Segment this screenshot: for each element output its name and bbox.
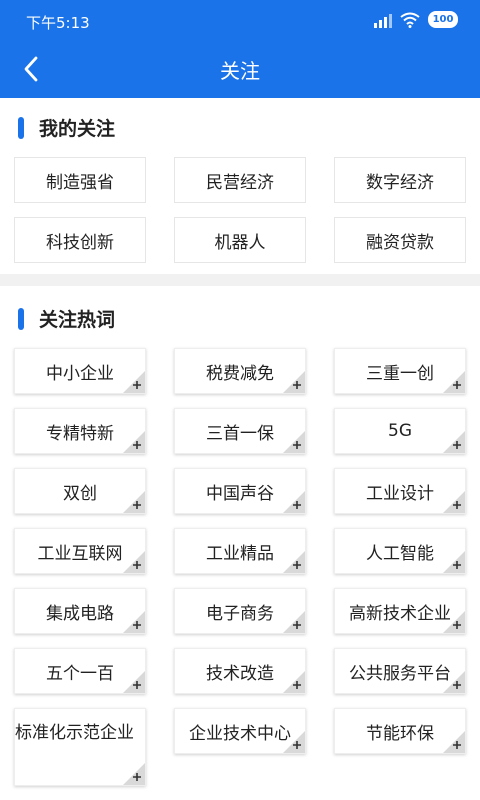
hot-word-tag[interactable]: 人工智能 [334,528,466,574]
add-plus-icon[interactable] [123,763,145,785]
nav-bar: 关注 [0,40,480,98]
tag-label: 电子商务 [206,603,274,624]
tag-label: 机器人 [214,232,266,253]
section-title: 关注热词 [39,309,116,331]
hot-word-tag[interactable]: 企业技术中心 [174,708,306,754]
tag-label: 科技创新 [46,232,114,253]
hot-word-tag[interactable]: 税费减免 [174,348,306,394]
hot-word-tag[interactable]: 中小企业 [14,348,146,394]
tag-label: 公共服务平台 [349,663,451,684]
add-plus-icon[interactable] [123,371,145,393]
wifi-icon [400,12,420,28]
tag-label: 5G [388,421,412,441]
tag-label: 五个一百 [46,663,114,684]
add-plus-icon[interactable] [283,371,305,393]
add-plus-icon[interactable] [443,731,465,753]
tag-label: 双创 [63,483,97,504]
followed-tag[interactable]: 融资贷款 [334,217,466,263]
tag-label: 工业互联网 [37,543,123,564]
add-plus-icon[interactable] [443,371,465,393]
add-plus-icon[interactable] [443,611,465,633]
tag-label: 制造强省 [46,172,114,193]
followed-tag[interactable]: 民营经济 [174,157,306,203]
add-plus-icon[interactable] [283,431,305,453]
tag-label: 集成电路 [46,603,114,624]
hot-word-tag[interactable]: 三首一保 [174,408,306,454]
tag-label: 税费减免 [206,363,274,384]
hot-word-tag[interactable]: 工业设计 [334,468,466,514]
section-title: 我的关注 [39,118,116,140]
section-divider [0,274,480,286]
hot-word-tag[interactable]: 工业互联网 [14,528,146,574]
followed-tag[interactable]: 数字经济 [334,157,466,203]
signal-icon [374,12,392,28]
hot-word-tag[interactable]: 高新技术企业 [334,588,466,634]
tag-label: 中国声谷 [206,483,274,504]
tag-label: 工业设计 [366,483,434,504]
hot-word-tag[interactable]: 节能环保 [334,708,466,754]
add-plus-icon[interactable] [443,491,465,513]
add-plus-icon[interactable] [283,491,305,513]
tag-label: 标准化示范企业 [15,723,134,743]
add-plus-icon[interactable] [283,611,305,633]
tag-label: 融资贷款 [366,232,434,253]
tag-label: 高新技术企业 [349,603,451,624]
tag-label: 数字经济 [366,172,434,193]
hot-word-tag[interactable]: 双创 [14,468,146,514]
tag-label: 三首一保 [206,423,274,444]
add-plus-icon[interactable] [123,611,145,633]
add-plus-icon[interactable] [283,551,305,573]
add-plus-icon[interactable] [443,431,465,453]
add-plus-icon[interactable] [283,731,305,753]
hot-word-tag[interactable]: 技术改造 [174,648,306,694]
tag-label: 三重一创 [366,363,434,384]
tag-label: 民营经济 [206,172,274,193]
followed-tag[interactable]: 机器人 [174,217,306,263]
section-accent-bar [18,116,24,139]
tag-label: 专精特新 [46,423,114,444]
add-plus-icon[interactable] [283,671,305,693]
hot-word-tag[interactable]: 集成电路 [14,588,146,634]
add-plus-icon[interactable] [123,431,145,453]
hot-word-tag[interactable]: 五个一百 [14,648,146,694]
status-bar: 下午5:13 100 [0,0,480,40]
battery-icon: 100 [428,11,458,28]
section-accent-bar [18,307,24,330]
tag-label: 企业技术中心 [189,723,291,744]
hot-word-tag[interactable]: 标准化示范企业 [14,708,146,786]
tag-label: 节能环保 [366,723,434,744]
hot-word-tag[interactable]: 公共服务平台 [334,648,466,694]
tag-label: 工业精品 [206,543,274,564]
tag-label: 人工智能 [366,543,434,564]
hot-word-tag[interactable]: 中国声谷 [174,468,306,514]
hot-word-tag[interactable]: 5G [334,408,466,454]
add-plus-icon[interactable] [123,671,145,693]
section-hot-words: 关注热词 [18,305,115,332]
hot-word-tag[interactable]: 电子商务 [174,588,306,634]
page-title: 关注 [220,59,260,83]
hot-word-tag[interactable]: 工业精品 [174,528,306,574]
status-time: 下午5:13 [26,14,90,32]
add-plus-icon[interactable] [123,491,145,513]
tag-label: 中小企业 [46,363,114,384]
hot-word-tag[interactable]: 三重一创 [334,348,466,394]
section-my-follow: 我的关注 [18,114,115,141]
followed-tag[interactable]: 制造强省 [14,157,146,203]
followed-tag[interactable]: 科技创新 [14,217,146,263]
add-plus-icon[interactable] [123,551,145,573]
status-icons: 100 [374,11,458,28]
add-plus-icon[interactable] [443,551,465,573]
tag-label: 技术改造 [206,663,274,684]
add-plus-icon[interactable] [443,671,465,693]
hot-word-tag[interactable]: 专精特新 [14,408,146,454]
